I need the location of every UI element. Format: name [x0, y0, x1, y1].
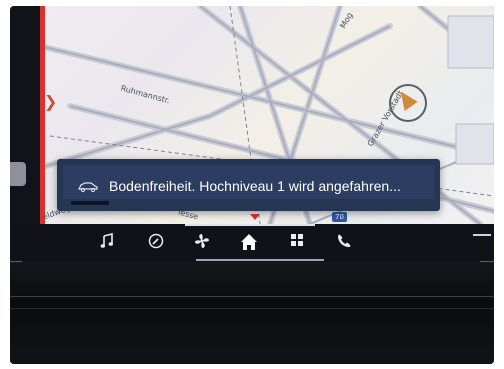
dock-right-tick: [473, 234, 491, 236]
navigation-button[interactable]: [145, 232, 167, 254]
home-icon: [241, 234, 257, 250]
phone-button[interactable]: [333, 232, 355, 254]
chevron-right-icon[interactable]: ❯: [44, 92, 57, 111]
climate-button[interactable]: [191, 232, 213, 254]
infotainment-display: ❯ Ruhmannstr. Grazer Vorstadt Mog lesse …: [10, 6, 494, 364]
car-lift-icon: [78, 182, 98, 193]
side-tab-icon[interactable]: [10, 162, 26, 186]
notification-text: Bodenfreiheit. Hochniveau 1 wird angefah…: [109, 178, 401, 194]
notification-toast: Bodenfreiheit. Hochniveau 1 wird angefah…: [57, 159, 440, 211]
notification-progress: [71, 201, 109, 205]
home-active-indicator: [196, 259, 324, 261]
apps-button[interactable]: [286, 232, 308, 254]
left-panel: [10, 6, 40, 224]
compass-icon: [148, 233, 164, 249]
map-view[interactable]: ❯ Ruhmannstr. Grazer Vorstadt Mog lesse …: [10, 6, 494, 224]
pull-tab-indicator-icon[interactable]: [250, 214, 260, 220]
route-number-badge: 70: [332, 212, 347, 222]
trim-line: [10, 296, 494, 297]
grid-icon: [291, 234, 303, 246]
home-button[interactable]: [238, 232, 260, 254]
notification-body: Bodenfreiheit. Hochniveau 1 wird angefah…: [63, 165, 434, 199]
phone-icon: [338, 234, 351, 247]
screen-bezel: [10, 262, 494, 364]
left-accent-strip: [40, 6, 45, 224]
media-button[interactable]: [96, 232, 118, 254]
trim-line-lower: [10, 308, 494, 309]
fan-icon: [195, 234, 209, 248]
bottom-dock: [10, 224, 494, 264]
music-note-icon: [100, 233, 113, 248]
dock-top-highlight: [185, 224, 315, 226]
